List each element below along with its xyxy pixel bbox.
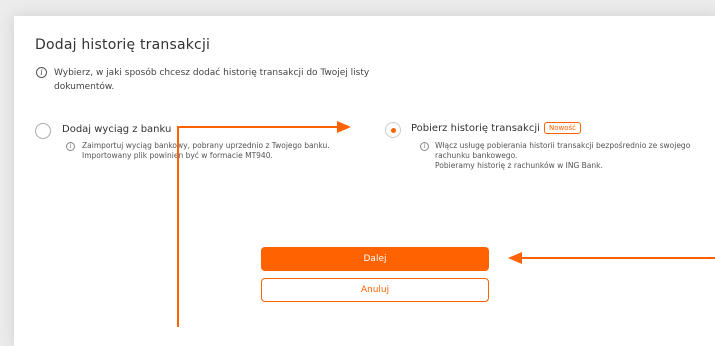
- arrow-head: [337, 121, 351, 133]
- annotation-arrows: [177, 121, 715, 327]
- arrow-to-options: [177, 126, 338, 327]
- arrow-head: [508, 252, 522, 264]
